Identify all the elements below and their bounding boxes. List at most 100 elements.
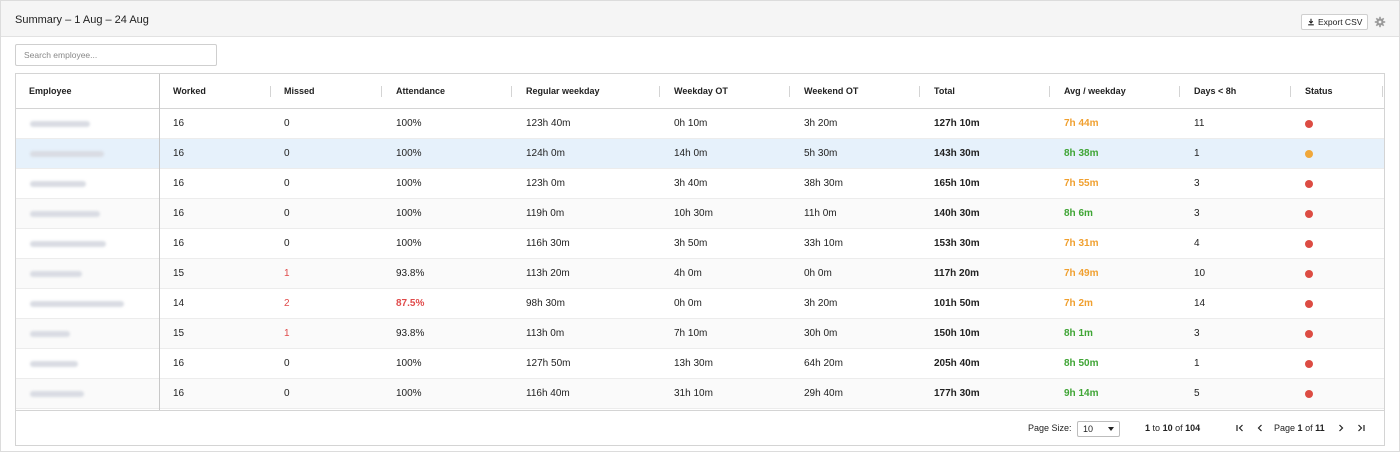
employee-name-redacted [30,331,70,337]
table-row[interactable]: 16 0 100% 123h 40m 0h 10m 3h 20m 127h 10m 7h 44… [16,109,1384,139]
cell-weekend-ot: 64h 20m [804,358,843,369]
cell-avg-weekday: 7h 49m [1064,268,1099,279]
cell-attendance: 100% [396,358,422,369]
col-header-attendance[interactable]: Attendance [396,74,445,109]
col-header-days-under-8h[interactable]: Days < 8h [1194,74,1236,109]
panel-header: Summary – 1 Aug – 24 Aug Export CSV [1,1,1399,37]
employee-name-redacted [30,301,124,307]
cell-weekday-ot: 13h 30m [674,358,713,369]
pinned-column-divider [159,74,160,410]
cell-missed: 0 [284,118,290,129]
search-employee-input[interactable] [15,44,217,66]
column-resize-handle[interactable] [1049,86,1050,97]
cell-missed: 0 [284,148,290,159]
cell-missed: 0 [284,208,290,219]
cell-days-under-8h: 11 [1194,118,1205,129]
cell-missed: 0 [284,238,290,249]
cell-weekday-ot: 31h 10m [674,388,713,399]
last-page-icon[interactable] [1356,423,1366,433]
table-row[interactable]: 16 0 100% 127h 50m 13h 30m 64h 20m 205h 40m 8h … [16,349,1384,379]
cell-weekday-ot: 0h 10m [674,118,708,129]
cell-total: 177h 30m [934,388,980,399]
status-indicator [1305,120,1313,128]
cell-avg-weekday: 8h 50m [1064,358,1099,369]
col-header-worked[interactable]: Worked [173,74,206,109]
column-resize-handle[interactable] [1179,86,1180,97]
summary-table: Employee Worked Missed Attendance Regula… [15,73,1385,446]
cell-total: 153h 30m [934,238,980,249]
col-header-regular-weekday[interactable]: Regular weekday [526,74,600,109]
column-resize-handle[interactable] [381,86,382,97]
cell-missed: 1 [284,268,290,279]
cell-worked: 15 [173,328,185,339]
range-to-label: to [1152,423,1161,433]
cell-days-under-8h: 14 [1194,298,1206,309]
status-indicator [1305,210,1313,218]
gear-icon[interactable] [1374,16,1386,28]
table-row[interactable]: 16 0 100% 123h 0m 3h 40m 38h 30m 165h 10m 7h 55… [16,169,1384,199]
col-header-status[interactable]: Status [1305,74,1333,109]
employee-name-redacted [30,211,100,217]
employee-name-redacted [30,271,82,277]
cell-avg-weekday: 7h 44m [1064,118,1099,129]
cell-missed: 0 [284,388,290,399]
cell-regular-weekday: 119h 0m [526,208,565,219]
page-label: Page [1274,423,1296,433]
column-resize-handle[interactable] [511,86,512,97]
cell-weekend-ot: 11h 0m [804,208,837,219]
col-header-weekend-ot[interactable]: Weekend OT [804,74,858,109]
cell-weekend-ot: 29h 40m [804,388,843,399]
cell-avg-weekday: 7h 2m [1064,298,1093,309]
column-resize-handle[interactable] [1290,86,1291,97]
cell-regular-weekday: 123h 40m [526,118,571,129]
page-size-label: Page Size: [1028,423,1072,433]
table-row[interactable]: 14 2 87.5% 98h 30m 0h 0m 3h 20m 101h 50m 7h 2m 1… [16,289,1384,319]
cell-worked: 16 [173,118,185,129]
table-row[interactable]: 16 0 100% 116h 30m 3h 50m 33h 10m 153h 30m 7h 3… [16,229,1384,259]
status-indicator [1305,270,1313,278]
col-header-missed[interactable]: Missed [284,74,315,109]
col-header-employee[interactable]: Employee [29,74,72,109]
cell-weekend-ot: 3h 20m [804,298,838,309]
cell-attendance: 100% [396,388,422,399]
cell-total: 117h 20m [934,268,980,279]
cell-weekday-ot: 14h 0m [674,148,708,159]
cell-weekday-ot: 0h 0m [674,298,702,309]
cell-total: 143h 30m [934,148,980,159]
cell-avg-weekday: 7h 55m [1064,178,1099,189]
table-row[interactable]: 16 0 100% 119h 0m 10h 30m 11h 0m 140h 30m 8h 6m… [16,199,1384,229]
col-header-weekday-ot[interactable]: Weekday OT [674,74,728,109]
cell-attendance: 100% [396,148,422,159]
cell-attendance: 100% [396,118,422,129]
table-row[interactable]: 15 1 93.8% 113h 0m 7h 10m 30h 0m 150h 10m 8h 1m… [16,319,1384,349]
cell-total: 140h 30m [934,208,980,219]
table-row[interactable]: 16 0 100% 116h 40m 31h 10m 29h 40m 177h 30m 9h … [16,379,1384,409]
cell-regular-weekday: 116h 30m [526,238,570,249]
export-csv-button[interactable]: Export CSV [1301,14,1369,30]
status-indicator [1305,360,1313,368]
current-page: 1 [1297,423,1303,433]
table-row[interactable]: 15 1 93.8% 113h 20m 4h 0m 0h 0m 117h 20m 7h 49m… [16,259,1384,289]
table-row[interactable]: 16 0 100% 124h 0m 14h 0m 5h 30m 143h 30m 8h 38m… [16,139,1384,169]
employee-name-redacted [30,151,104,157]
prev-page-icon[interactable] [1255,423,1265,433]
employee-name-redacted [30,181,86,187]
cell-regular-weekday: 124h 0m [526,148,565,159]
cell-days-under-8h: 4 [1194,238,1200,249]
column-resize-handle[interactable] [270,86,271,97]
cell-weekday-ot: 10h 30m [674,208,713,219]
first-page-icon[interactable] [1235,423,1245,433]
column-resize-handle[interactable] [789,86,790,97]
col-header-total[interactable]: Total [934,74,955,109]
page-of-label: of [1305,423,1313,433]
cell-attendance: 100% [396,208,422,219]
column-resize-handle[interactable] [1382,86,1383,97]
column-resize-handle[interactable] [919,86,920,97]
page-size-select[interactable]: 10 [1077,421,1120,437]
column-resize-handle[interactable] [659,86,660,97]
cell-attendance: 93.8% [396,328,425,339]
chevron-down-icon [1108,427,1114,431]
col-header-avg-weekday[interactable]: Avg / weekday [1064,74,1126,109]
next-page-icon[interactable] [1336,423,1346,433]
cell-worked: 16 [173,388,185,399]
